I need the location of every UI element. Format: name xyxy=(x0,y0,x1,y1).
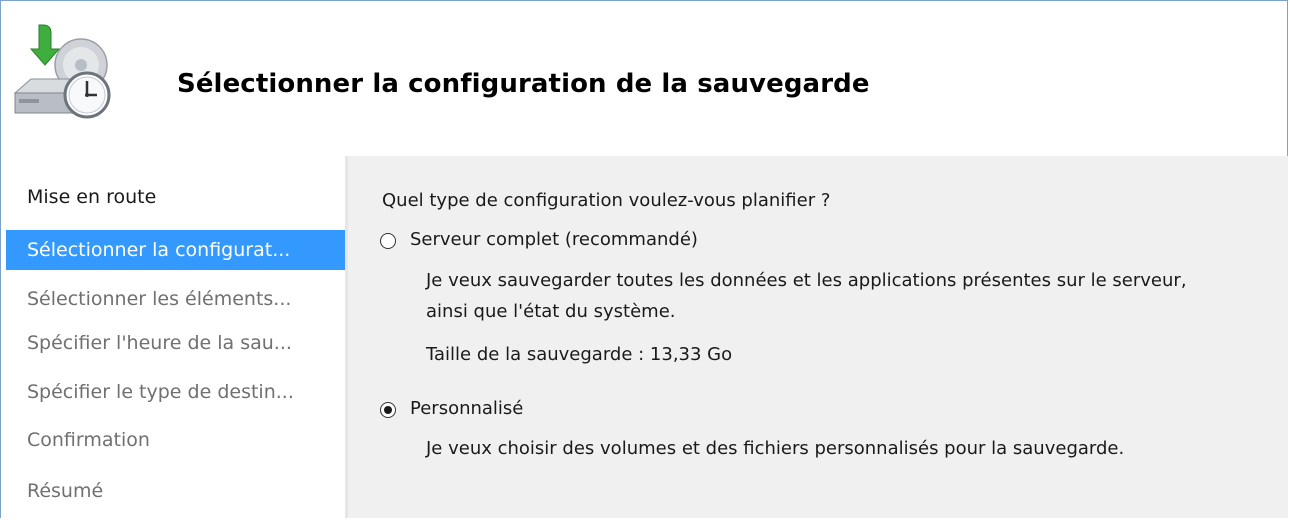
custom-description: Je veux choisir des volumes et des fichi… xyxy=(426,438,1125,459)
full-server-option-label[interactable]: Serveur complet (recommandé) xyxy=(410,229,698,250)
sidebar-step-specify-destination[interactable]: Spécifier le type de destin... xyxy=(1,372,347,412)
full-server-description-line1: Je veux sauvegarder toutes les données e… xyxy=(426,270,1187,291)
backup-size-label: Taille de la sauvegarde : 13,33 Go xyxy=(426,344,733,365)
custom-option-label[interactable]: Personnalisé xyxy=(410,398,523,419)
main-content: Quel type de configuration voulez-vous p… xyxy=(348,156,1288,518)
sidebar-step-specify-time[interactable]: Spécifier l'heure de la sau... xyxy=(1,323,347,363)
full-server-description-line2: ainsi que l'état du système. xyxy=(426,301,676,322)
question-label: Quel type de configuration voulez-vous p… xyxy=(382,190,831,211)
sidebar-step-getting-started[interactable]: Mise en route xyxy=(1,177,347,217)
sidebar-step-select-items[interactable]: Sélectionner les éléments... xyxy=(1,279,347,319)
sidebar-step-confirmation[interactable]: Confirmation xyxy=(1,420,347,460)
backup-clock-icon xyxy=(13,24,111,119)
custom-radio[interactable] xyxy=(380,402,396,418)
wizard-steps-sidebar: Mise en route Sélectionner la configurat… xyxy=(1,156,347,518)
page-title: Sélectionner la configuration de la sauv… xyxy=(177,69,870,99)
sidebar-step-summary[interactable]: Résumé xyxy=(1,471,347,511)
full-server-radio[interactable] xyxy=(380,233,396,249)
wizard-header: Sélectionner la configuration de la sauv… xyxy=(1,1,1287,156)
sidebar-step-select-configuration[interactable]: Sélectionner la configurat... xyxy=(6,230,347,270)
